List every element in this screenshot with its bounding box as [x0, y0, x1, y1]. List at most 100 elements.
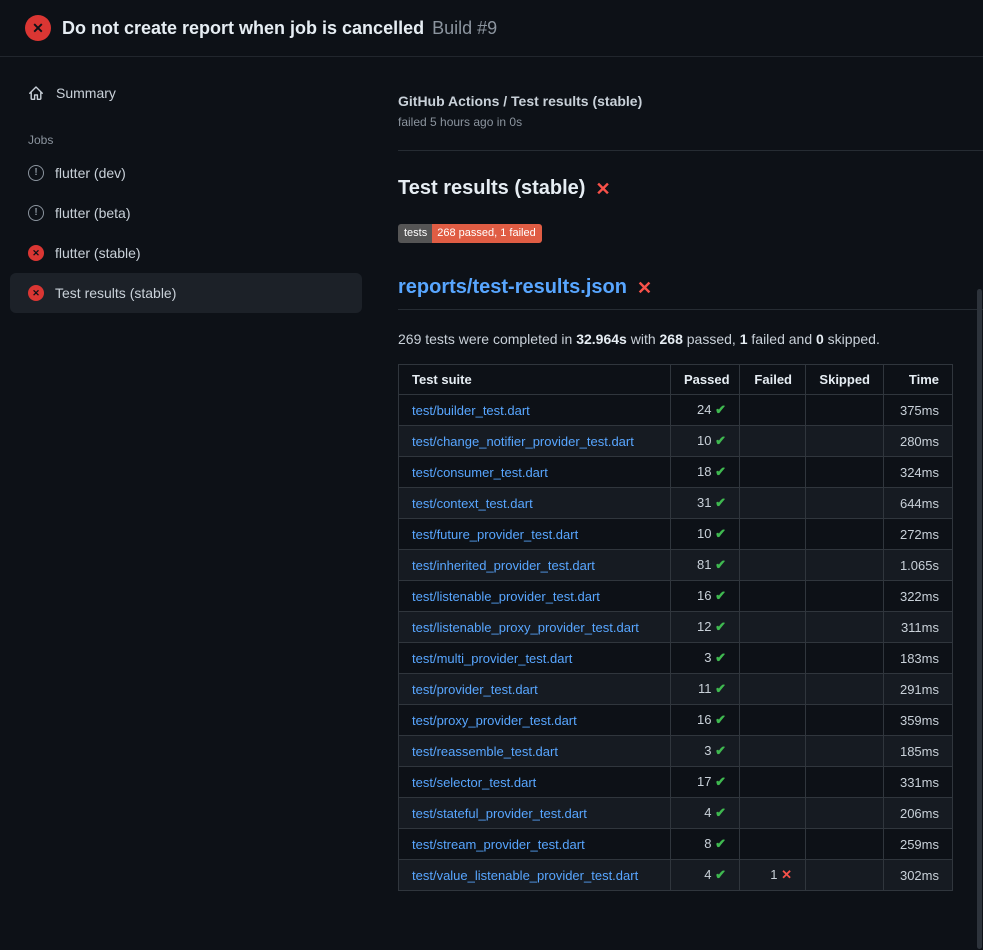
run-header: ✕ Do not create report when job is cance… — [0, 0, 983, 57]
time-cell: 331ms — [884, 767, 953, 798]
failed-cell — [740, 457, 806, 488]
skipped-cell — [806, 395, 884, 426]
check-icon: ✔ — [715, 867, 726, 882]
test-suite-link[interactable]: test/value_listenable_provider_test.dart — [412, 868, 638, 883]
check-icon: ✔ — [715, 557, 726, 572]
test-results-table: Test suitePassedFailedSkippedTime test/b… — [398, 364, 953, 891]
passed-cell: 8 ✔ — [671, 829, 740, 860]
skipped-cell — [806, 457, 884, 488]
build-number: Build #9 — [432, 18, 497, 39]
passed-cell: 12 ✔ — [671, 612, 740, 643]
test-suite-cell: test/builder_test.dart — [399, 395, 671, 426]
x-glyph: ✕ — [32, 21, 44, 35]
section-title-text: Test results (stable) — [398, 177, 585, 200]
failed-cell — [740, 426, 806, 457]
sidebar: Summary Jobs !flutter (dev)!flutter (bet… — [0, 57, 362, 313]
jobs-list: !flutter (dev)!flutter (beta)✕flutter (s… — [0, 153, 362, 313]
test-suite-cell: test/stateful_provider_test.dart — [399, 798, 671, 829]
passed-cell: 18 ✔ — [671, 457, 740, 488]
check-icon: ✔ — [715, 836, 726, 851]
sidebar-item-flutter-stable[interactable]: ✕flutter (stable) — [10, 233, 362, 273]
test-suite-link[interactable]: test/listenable_provider_test.dart — [412, 589, 600, 604]
passed-cell: 10 ✔ — [671, 519, 740, 550]
passed-cell: 4 ✔ — [671, 798, 740, 829]
summary-label: Summary — [56, 85, 116, 101]
summary-text: 269 tests were completed in 32.964s with… — [398, 331, 983, 347]
column-header-test-suite: Test suite — [399, 365, 671, 395]
check-icon: ✔ — [715, 526, 726, 541]
sidebar-item-summary[interactable]: Summary — [10, 73, 362, 113]
table-row: test/selector_test.dart17 ✔331ms — [399, 767, 953, 798]
failed-cell — [740, 829, 806, 860]
summary-bold-total-time: 32.964s — [576, 331, 627, 347]
cancelled-circle-icon: ! — [28, 205, 44, 221]
failed-x-icon: ✕ — [595, 180, 610, 198]
test-suite-link[interactable]: test/stateful_provider_test.dart — [412, 806, 587, 821]
tests-badge: tests 268 passed, 1 failed — [398, 224, 542, 243]
sidebar-item-test-results-stable[interactable]: ✕ Test results (stable) — [10, 273, 362, 313]
job-label: Test results (stable) — [55, 285, 176, 301]
table-row: test/future_provider_test.dart10 ✔272ms — [399, 519, 953, 550]
summary-bold-skipped: 0 — [816, 331, 824, 347]
table-row: test/value_listenable_provider_test.dart… — [399, 860, 953, 891]
passed-cell: 11 ✔ — [671, 674, 740, 705]
time-cell: 322ms — [884, 581, 953, 612]
test-suite-link[interactable]: test/stream_provider_test.dart — [412, 837, 585, 852]
test-suite-cell: test/selector_test.dart — [399, 767, 671, 798]
passed-cell: 31 ✔ — [671, 488, 740, 519]
failed-cell — [740, 395, 806, 426]
check-icon: ✔ — [715, 588, 726, 603]
test-suite-link[interactable]: test/inherited_provider_test.dart — [412, 558, 595, 573]
report-title: reports/test-results.json ✕ — [398, 276, 983, 310]
test-suite-link[interactable]: test/builder_test.dart — [412, 403, 530, 418]
test-suite-link[interactable]: test/future_provider_test.dart — [412, 527, 578, 542]
table-row: test/stateful_provider_test.dart4 ✔206ms — [399, 798, 953, 829]
test-suite-link[interactable]: test/proxy_provider_test.dart — [412, 713, 577, 728]
badge-label: tests — [398, 224, 432, 243]
failed-cell — [740, 488, 806, 519]
check-icon: ✔ — [715, 805, 726, 820]
sidebar-item-flutter-dev[interactable]: !flutter (dev) — [10, 153, 362, 193]
check-icon: ✔ — [715, 743, 726, 758]
run-title-wrap: Do not create report when job is cancell… — [62, 18, 497, 39]
check-icon: ✔ — [715, 712, 726, 727]
test-suite-cell: test/proxy_provider_test.dart — [399, 705, 671, 736]
time-cell: 183ms — [884, 643, 953, 674]
time-cell: 375ms — [884, 395, 953, 426]
check-icon: ✔ — [715, 464, 726, 479]
report-file-link[interactable]: reports/test-results.json — [398, 276, 627, 299]
check-icon: ✔ — [715, 402, 726, 417]
test-suite-link[interactable]: test/multi_provider_test.dart — [412, 651, 572, 666]
main-content: GitHub Actions / Test results (stable) f… — [362, 57, 983, 891]
sidebar-item-flutter-beta[interactable]: !flutter (beta) — [10, 193, 362, 233]
table-header-row: Test suitePassedFailedSkippedTime — [399, 365, 953, 395]
test-suite-cell: test/context_test.dart — [399, 488, 671, 519]
table-row: test/reassemble_test.dart3 ✔185ms — [399, 736, 953, 767]
test-suite-link[interactable]: test/listenable_proxy_provider_test.dart — [412, 620, 639, 635]
check-icon: ✔ — [715, 433, 726, 448]
test-suite-cell: test/listenable_provider_test.dart — [399, 581, 671, 612]
scrollbar-thumb[interactable] — [977, 289, 982, 949]
test-suite-link[interactable]: test/context_test.dart — [412, 496, 533, 511]
skipped-cell — [806, 736, 884, 767]
table-row: test/inherited_provider_test.dart81 ✔1.0… — [399, 550, 953, 581]
test-suite-link[interactable]: test/provider_test.dart — [412, 682, 538, 697]
test-suite-cell: test/change_notifier_provider_test.dart — [399, 426, 671, 457]
test-suite-link[interactable]: test/selector_test.dart — [412, 775, 536, 790]
time-cell: 280ms — [884, 426, 953, 457]
failed-cell — [740, 612, 806, 643]
test-suite-cell: test/reassemble_test.dart — [399, 736, 671, 767]
failed-circle-icon: ✕ — [28, 285, 44, 301]
column-header-time: Time — [884, 365, 953, 395]
skipped-cell — [806, 674, 884, 705]
test-suite-link[interactable]: test/consumer_test.dart — [412, 465, 548, 480]
table-body: test/builder_test.dart24 ✔375mstest/chan… — [399, 395, 953, 891]
summary-text-part: passed, — [683, 331, 740, 347]
jobs-section-label: Jobs — [28, 133, 362, 147]
failed-cell — [740, 674, 806, 705]
test-suite-link[interactable]: test/change_notifier_provider_test.dart — [412, 434, 634, 449]
test-suite-link[interactable]: test/reassemble_test.dart — [412, 744, 558, 759]
time-cell: 185ms — [884, 736, 953, 767]
table-row: test/multi_provider_test.dart3 ✔183ms — [399, 643, 953, 674]
test-suite-cell: test/value_listenable_provider_test.dart — [399, 860, 671, 891]
